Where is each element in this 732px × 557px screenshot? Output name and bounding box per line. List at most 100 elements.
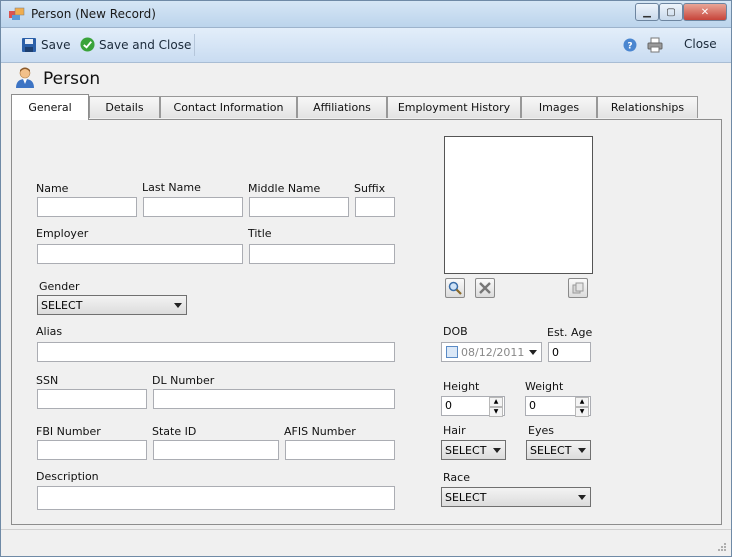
ssn-field[interactable] bbox=[37, 389, 147, 409]
page-title: Person bbox=[43, 69, 101, 89]
tab-employment-history[interactable]: Employment History bbox=[387, 96, 521, 118]
tab-general[interactable]: General bbox=[11, 94, 89, 120]
est-age-field[interactable] bbox=[548, 342, 591, 362]
dob-value: 08/12/2011 bbox=[461, 345, 525, 359]
hair-select[interactable]: SELECT bbox=[441, 440, 506, 460]
minimize-button[interactable]: ▁ bbox=[635, 3, 659, 21]
print-button[interactable] bbox=[647, 37, 663, 53]
afis-number-label: AFIS Number bbox=[284, 425, 356, 438]
middle-name-field[interactable] bbox=[249, 197, 349, 217]
afis-number-field[interactable] bbox=[285, 440, 395, 460]
save-and-close-button[interactable]: Save and Close bbox=[80, 37, 191, 52]
chevron-down-icon bbox=[493, 448, 501, 453]
title-label: Title bbox=[248, 227, 272, 240]
printer-icon bbox=[647, 37, 663, 53]
alias-field[interactable] bbox=[37, 342, 395, 362]
title-bar: Person (New Record) ▁ ▢ ✕ bbox=[1, 1, 731, 28]
race-value: SELECT bbox=[445, 490, 487, 504]
height-spin[interactable]: ▲ ▼ bbox=[489, 397, 503, 417]
up-arrow-icon[interactable]: ▲ bbox=[575, 397, 589, 407]
save-and-close-label: Save and Close bbox=[99, 37, 192, 52]
down-arrow-icon[interactable]: ▼ bbox=[489, 407, 503, 417]
last-name-label: Last Name bbox=[142, 181, 201, 194]
tab-strip: General Details Contact Information Affi… bbox=[11, 94, 721, 120]
tab-affiliations[interactable]: Affiliations bbox=[297, 96, 387, 118]
delete-x-icon bbox=[479, 282, 491, 294]
dl-number-label: DL Number bbox=[152, 374, 215, 387]
height-stepper[interactable]: 0 ▲ ▼ bbox=[441, 396, 505, 417]
svg-text:?: ? bbox=[627, 42, 632, 52]
copy-photo-button[interactable] bbox=[568, 278, 588, 298]
alias-label: Alias bbox=[36, 325, 63, 338]
close-button[interactable]: Close bbox=[684, 37, 717, 51]
title-field[interactable] bbox=[249, 244, 395, 264]
est-age-label: Est. Age bbox=[547, 326, 593, 339]
dl-number-field[interactable] bbox=[153, 389, 395, 409]
maximize-button[interactable]: ▢ bbox=[659, 3, 683, 21]
weight-value: 0 bbox=[529, 399, 536, 412]
gender-value: SELECT bbox=[41, 298, 83, 312]
tab-images[interactable]: Images bbox=[521, 96, 597, 118]
ssn-label: SSN bbox=[36, 374, 59, 387]
hair-value: SELECT bbox=[445, 443, 487, 457]
remove-photo-button[interactable] bbox=[475, 278, 495, 298]
status-bar bbox=[1, 529, 731, 556]
close-icon: ✕ bbox=[700, 6, 710, 18]
calendar-icon bbox=[446, 346, 458, 358]
check-circle-icon bbox=[80, 37, 95, 52]
weight-stepper[interactable]: 0 ▲ ▼ bbox=[525, 396, 591, 417]
fbi-number-field[interactable] bbox=[37, 440, 147, 460]
toolbar-separator bbox=[194, 34, 195, 56]
tab-relationships[interactable]: Relationships bbox=[597, 96, 698, 118]
photo-box[interactable] bbox=[444, 136, 593, 274]
name-label: Name bbox=[36, 182, 69, 195]
form-header: Person bbox=[1, 63, 731, 93]
hair-label: Hair bbox=[443, 424, 466, 437]
browse-photo-button[interactable] bbox=[445, 278, 465, 298]
chevron-down-icon bbox=[174, 303, 182, 308]
toolbar: Save Save and Close ? Close bbox=[1, 28, 731, 63]
race-label: Race bbox=[443, 471, 470, 484]
employer-field[interactable] bbox=[37, 244, 243, 264]
gender-select[interactable]: SELECT bbox=[37, 295, 187, 315]
down-arrow-icon[interactable]: ▼ bbox=[575, 407, 589, 417]
save-button[interactable]: Save bbox=[21, 37, 70, 53]
employer-label: Employer bbox=[36, 227, 89, 240]
eyes-label: Eyes bbox=[528, 424, 554, 437]
up-arrow-icon[interactable]: ▲ bbox=[489, 397, 503, 407]
person-window: Person (New Record) ▁ ▢ ✕ Save Save and … bbox=[0, 0, 732, 557]
state-id-label: State ID bbox=[152, 425, 197, 438]
dob-picker[interactable]: 08/12/2011 bbox=[441, 342, 542, 362]
suffix-field[interactable] bbox=[355, 197, 395, 217]
general-panel bbox=[11, 119, 722, 525]
minimize-icon: ▁ bbox=[643, 6, 651, 18]
resize-grip-icon[interactable] bbox=[717, 542, 727, 552]
fbi-number-label: FBI Number bbox=[36, 425, 101, 438]
copy-icon bbox=[572, 282, 584, 294]
dob-label: DOB bbox=[443, 325, 468, 338]
window-close-button[interactable]: ✕ bbox=[683, 3, 727, 21]
tab-details[interactable]: Details bbox=[89, 96, 160, 118]
weight-spin[interactable]: ▲ ▼ bbox=[575, 397, 589, 417]
help-icon: ? bbox=[623, 38, 637, 52]
floppy-disk-icon bbox=[22, 38, 36, 52]
person-icon bbox=[16, 67, 34, 88]
tab-contact-information[interactable]: Contact Information bbox=[160, 96, 297, 118]
state-id-field[interactable] bbox=[153, 440, 279, 460]
description-label: Description bbox=[36, 470, 99, 483]
eyes-select[interactable]: SELECT bbox=[526, 440, 591, 460]
height-label: Height bbox=[443, 380, 480, 393]
eyes-value: SELECT bbox=[530, 443, 572, 457]
help-button[interactable]: ? bbox=[623, 38, 637, 52]
middle-name-label: Middle Name bbox=[248, 182, 321, 195]
magnifier-icon bbox=[448, 281, 462, 295]
chevron-down-icon bbox=[578, 495, 586, 500]
weight-label: Weight bbox=[525, 380, 564, 393]
suffix-label: Suffix bbox=[354, 182, 386, 195]
window-title: Person (New Record) bbox=[31, 7, 156, 21]
last-name-field[interactable] bbox=[143, 197, 243, 217]
name-field[interactable] bbox=[37, 197, 137, 217]
app-icon bbox=[9, 7, 25, 20]
race-select[interactable]: SELECT bbox=[441, 487, 591, 507]
description-field[interactable] bbox=[37, 486, 395, 510]
